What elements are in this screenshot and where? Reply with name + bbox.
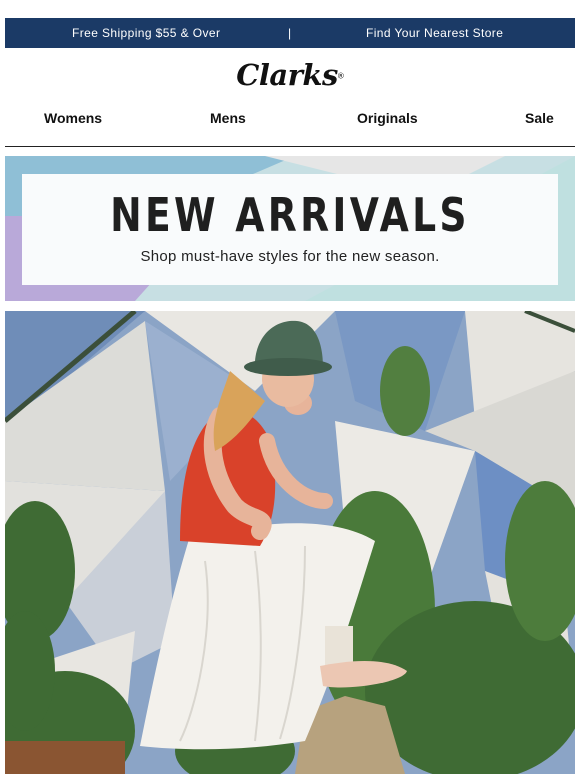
brand-logo[interactable]: Clarks® xyxy=(0,58,580,92)
registered-mark: ® xyxy=(337,71,344,81)
nav-divider xyxy=(5,146,575,147)
nav-item-womens[interactable]: Womens xyxy=(44,110,102,126)
hero-photo-illustration xyxy=(5,311,575,774)
promo-bar: Free Shipping $55 & Over | Find Your Nea… xyxy=(5,18,575,48)
nav-item-mens[interactable]: Mens xyxy=(210,110,246,126)
brand-name: Clarks xyxy=(236,58,338,92)
hero-image[interactable] xyxy=(5,311,575,774)
nav-item-sale[interactable]: Sale xyxy=(525,110,554,126)
promo-separator: | xyxy=(288,26,292,40)
banner-card: NEW ARRIVALS Shop must-have styles for t… xyxy=(22,174,558,285)
banner-title: NEW ARRIVALS xyxy=(110,188,470,242)
free-shipping-link[interactable]: Free Shipping $55 & Over xyxy=(72,26,220,40)
find-store-link[interactable]: Find Your Nearest Store xyxy=(366,26,503,40)
nav-item-originals[interactable]: Originals xyxy=(357,110,418,126)
new-arrivals-banner[interactable]: NEW ARRIVALS Shop must-have styles for t… xyxy=(5,156,575,301)
banner-subtitle: Shop must-have styles for the new season… xyxy=(140,248,440,265)
